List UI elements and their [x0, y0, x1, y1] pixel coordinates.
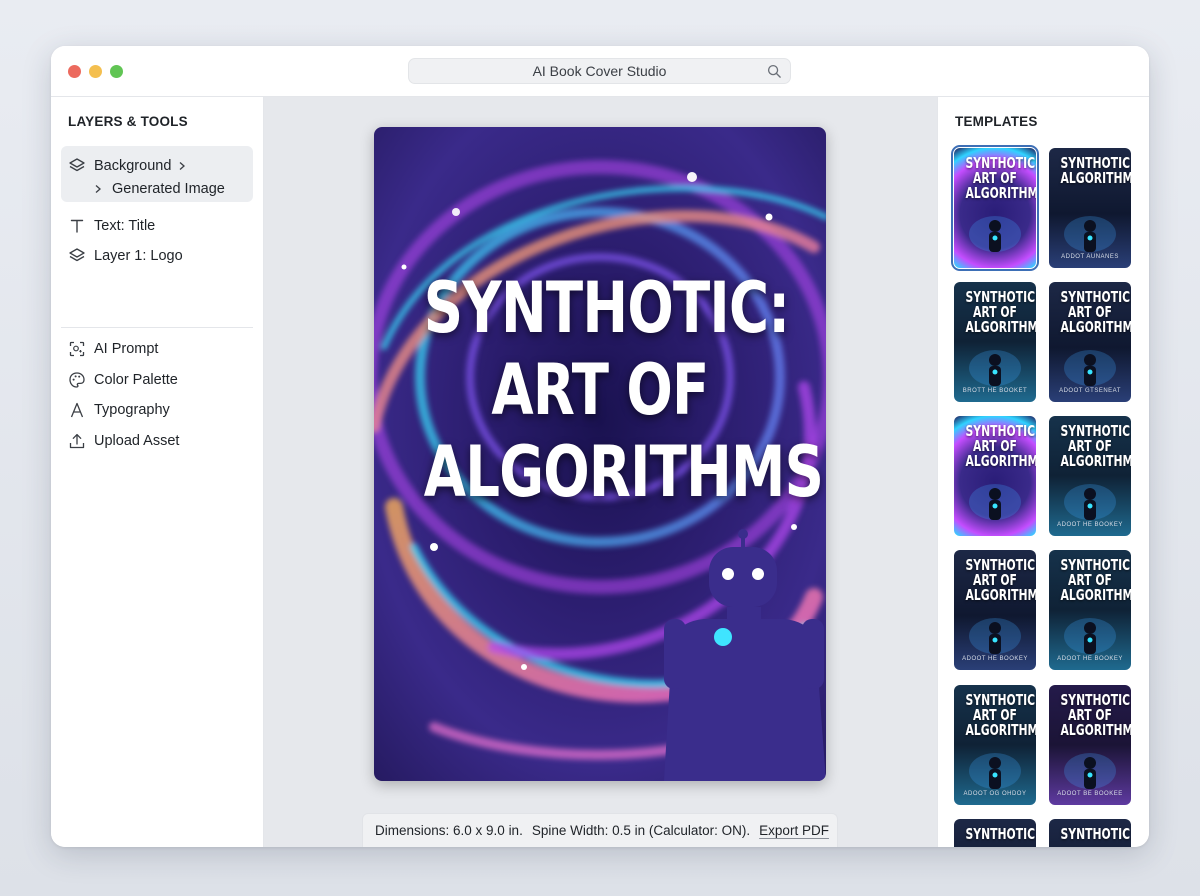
- template-thumbnail[interactable]: SYNTHOTIC:ART OFALGORITHMS BROTT HE BOOKE…: [954, 282, 1036, 402]
- search-icon[interactable]: [767, 64, 782, 79]
- template-thumbnail[interactable]: SYNTHOTIC:ART OFALGORITHMS ADOOT OG OHDOY: [954, 685, 1036, 805]
- upload-icon: [68, 432, 86, 450]
- template-title: SYNTHOTIC:ART OFALGORITHMS: [965, 154, 1036, 202]
- template-title: SYNTHOTIC:ART OFALGORITHMS: [965, 288, 1036, 336]
- tool-color-palette[interactable]: Color Palette: [68, 369, 178, 391]
- panel-divider: [61, 327, 253, 328]
- template-author: ADOOT HE BOOKEY: [962, 656, 1028, 662]
- ai-scan-icon: [68, 340, 86, 358]
- tool-ai-prompt-label: AI Prompt: [94, 341, 159, 357]
- template-thumbnail[interactable]: SYNTHOTIC:ART OFALGORITHMS ADOOT GTSENEAT: [1049, 282, 1131, 402]
- layer-generated-image-label: Generated Image: [112, 181, 225, 197]
- layer-logo-label: Layer 1: Logo: [94, 248, 183, 264]
- chevron-right-icon[interactable]: [177, 161, 187, 171]
- layer-text-title-label: Text: Title: [94, 218, 156, 234]
- layer-logo[interactable]: Layer 1: Logo: [68, 245, 183, 267]
- template-thumbnail[interactable]: SYNTHOTIC:: [1049, 819, 1131, 847]
- layers-tools-panel: LAYERS & TOOLS Background Generated Imag…: [51, 97, 264, 847]
- window-title: AI Book Cover Studio: [532, 63, 667, 79]
- template-thumbnail[interactable]: SYNTHOTIC:ART OFALGORITHMS: [951, 145, 1039, 271]
- template-thumbnail[interactable]: SYNTHOTIC:ALGORITHMS ADDOT AUNANES: [1049, 148, 1131, 268]
- cover-title-line: ART OF: [491, 349, 709, 431]
- cover-title-line: ALGORITHMS: [423, 431, 824, 513]
- tool-color-palette-label: Color Palette: [94, 372, 178, 388]
- layer-background[interactable]: Background: [68, 155, 187, 177]
- template-thumbnail[interactable]: SYNTHOTIC:ART OFALGORITHMS ADOOT HE BOOKE…: [1049, 416, 1131, 536]
- app-window: AI Book Cover Studio LAYERS & TOOLS Back…: [51, 46, 1149, 847]
- layers-tools-heading: LAYERS & TOOLS: [68, 114, 188, 129]
- template-thumbnail[interactable]: SYNTHOTIC:: [954, 819, 1036, 847]
- template-author: ADOOT OG OHDOY: [963, 791, 1027, 797]
- title-search-field[interactable]: AI Book Cover Studio: [408, 58, 791, 84]
- template-title: SYNTHOTIC:ART OFALGORITHMS: [1060, 288, 1131, 336]
- template-thumbnail[interactable]: SYNTHOTIC:ART OFALGORITHMS: [954, 416, 1036, 536]
- template-title: SYNTHOTIC:: [1060, 825, 1131, 843]
- palette-icon: [68, 371, 86, 389]
- layer-generated-image[interactable]: Generated Image: [93, 181, 225, 197]
- tool-typography-label: Typography: [94, 402, 170, 418]
- close-window-button[interactable]: [68, 65, 81, 78]
- template-thumbnail[interactable]: SYNTHOTIC:ART OFALGORITHMS ADOOT HE BOOKE…: [954, 550, 1036, 670]
- layer-text-title[interactable]: Text: Title: [68, 215, 155, 237]
- typography-icon: [68, 401, 86, 419]
- text-icon: [68, 217, 86, 235]
- status-bar: Dimensions: 6.0 x 9.0 in. Spine Width: 0…: [362, 813, 838, 847]
- template-thumbnail[interactable]: SYNTHOTIC:ART OFALGORITHMS ADOOT BE BOOKE…: [1049, 685, 1131, 805]
- template-thumbnail[interactable]: SYNTHOTIC:ART OFALGORITHMS ADOOT HE BOOKE…: [1049, 550, 1131, 670]
- layer-background-label: Background: [94, 158, 172, 174]
- export-pdf-link[interactable]: Export PDF: [759, 823, 829, 838]
- template-title: SYNTHOTIC:ART OFALGORITHMS: [1060, 691, 1131, 739]
- template-author: ADDOT AUNANES: [1061, 254, 1119, 260]
- layers-icon: [68, 157, 86, 175]
- template-author: ADOOT GTSENEAT: [1059, 388, 1121, 394]
- tool-upload-asset[interactable]: Upload Asset: [68, 430, 179, 452]
- templates-panel: TEMPLATES SYNTHOTIC:ART OFALGORITHMSSYNT…: [937, 97, 1149, 847]
- chevron-right-icon: [95, 185, 101, 193]
- template-title: SYNTHOTIC:ART OFALGORITHMS: [965, 556, 1036, 604]
- template-author: ADOOT BE BOOKEE: [1057, 791, 1123, 797]
- cover-title-text[interactable]: SYNTHOTIC: ART OF ALGORITHMS: [423, 267, 824, 513]
- canvas-area[interactable]: SYNTHOTIC: ART OF ALGORITHMS Dimensions:…: [264, 97, 937, 847]
- minimize-window-button[interactable]: [89, 65, 102, 78]
- template-title: SYNTHOTIC:ART OFALGORITHMS: [965, 422, 1036, 470]
- title-bar: AI Book Cover Studio: [51, 46, 1149, 97]
- tool-typography[interactable]: Typography: [68, 399, 170, 421]
- zoom-window-button[interactable]: [110, 65, 123, 78]
- template-title: SYNTHOTIC:ART OFALGORITHMS: [1060, 422, 1131, 470]
- template-title: SYNTHOTIC:ALGORITHMS: [1060, 154, 1131, 187]
- template-title: SYNTHOTIC:ART OFALGORITHMS: [1060, 556, 1131, 604]
- template-author: ADOOT HE BOOKEY: [1057, 656, 1123, 662]
- book-cover-preview[interactable]: SYNTHOTIC: ART OF ALGORITHMS: [374, 127, 826, 781]
- template-title: SYNTHOTIC:: [965, 825, 1036, 843]
- template-title: SYNTHOTIC:ART OFALGORITHMS: [965, 691, 1036, 739]
- cover-title-line: SYNTHOTIC:: [423, 267, 790, 349]
- template-author: ADOOT HE BOOKEY: [1057, 522, 1123, 528]
- templates-heading: TEMPLATES: [955, 114, 1038, 129]
- template-author: BROTT HE BOOKET: [962, 388, 1028, 394]
- tool-upload-asset-label: Upload Asset: [94, 433, 180, 449]
- spine-width-readout: Spine Width: 0.5 in (Calculator: ON).: [531, 823, 751, 838]
- tool-ai-prompt[interactable]: AI Prompt: [68, 338, 158, 360]
- dimensions-readout: Dimensions: 6.0 x 9.0 in.: [375, 823, 523, 838]
- layers-icon: [68, 247, 86, 265]
